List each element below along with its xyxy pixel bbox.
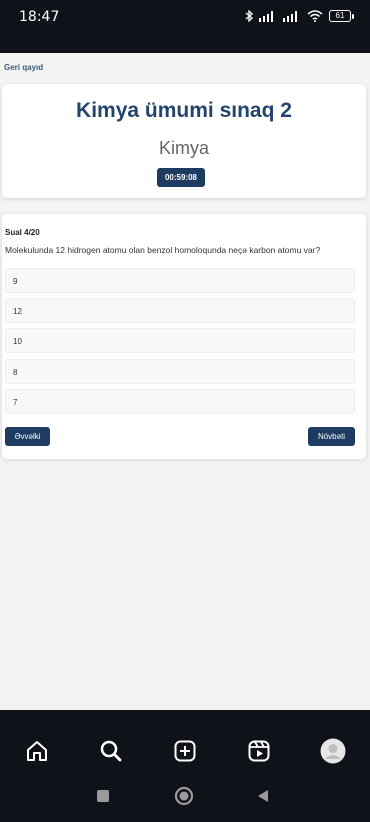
quiz-page: Geri qayıd Kimya ümumi sınaq 2 Kimya 00:… <box>0 53 370 710</box>
search-icon[interactable] <box>98 738 124 764</box>
create-icon[interactable] <box>172 738 198 764</box>
question-card: Sual 4/20 Molekulunda 12 hidrogen atomu … <box>2 214 366 459</box>
status-bar: 18:47 61 <box>0 0 370 33</box>
home-button[interactable] <box>174 786 194 811</box>
bluetooth-icon <box>245 10 253 22</box>
wifi-icon <box>307 10 323 22</box>
browser-top-strip <box>0 33 370 53</box>
back-link[interactable]: Geri qayıd <box>4 63 43 72</box>
answer-option[interactable]: 9 <box>5 268 355 293</box>
quiz-header-card: Kimya ümumi sınaq 2 Kimya 00:59:08 <box>2 84 366 198</box>
next-button[interactable]: Növbəti <box>308 427 355 446</box>
quiz-subject: Kimya <box>158 138 209 158</box>
battery-level: 61 <box>329 10 351 22</box>
previous-button[interactable]: Əvvəlki <box>5 427 50 446</box>
quiz-title: Kimya ümumi sınaq 2 <box>76 99 292 122</box>
answer-option[interactable]: 10 <box>5 328 355 353</box>
home-icon[interactable] <box>24 738 50 764</box>
signal-icon <box>283 11 297 22</box>
status-icons: 61 <box>245 10 354 22</box>
timer-badge: 00:59:08 <box>157 168 205 187</box>
bottom-navigation <box>0 710 370 822</box>
battery-icon: 61 <box>329 10 354 22</box>
recents-button[interactable] <box>96 789 110 808</box>
answer-option[interactable]: 8 <box>5 359 355 384</box>
question-number: Sual 4/20 <box>5 228 40 237</box>
status-time: 18:47 <box>19 9 60 25</box>
signal-icon <box>259 11 273 22</box>
question-text: Molekulunda 12 hidrogen atomu olan benzo… <box>5 245 321 255</box>
answer-option[interactable]: 12 <box>5 298 355 323</box>
profile-avatar[interactable] <box>320 738 346 764</box>
system-navigation-bar <box>0 786 370 810</box>
answer-option[interactable]: 7 <box>5 389 355 414</box>
back-button[interactable] <box>256 789 270 808</box>
reels-icon[interactable] <box>246 738 272 764</box>
